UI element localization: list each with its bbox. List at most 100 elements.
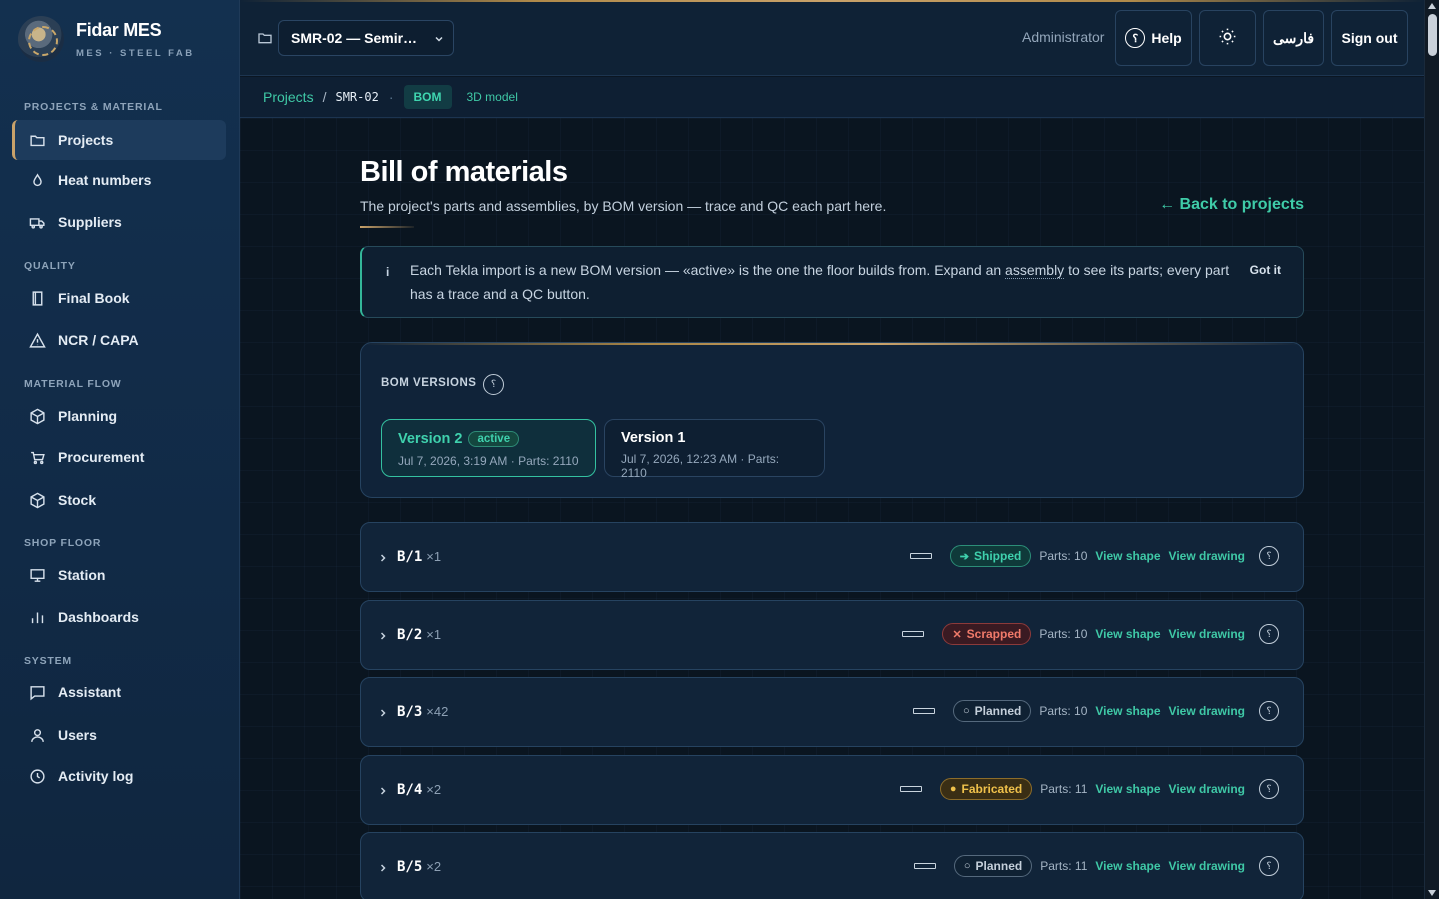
beam-shape-icon	[913, 863, 936, 869]
warning-icon	[28, 331, 46, 349]
breadcrumb-dot: ·	[388, 89, 394, 105]
theme-toggle-button[interactable]	[1199, 10, 1256, 66]
assembly-qty: ×42	[426, 704, 449, 719]
view-drawing-link[interactable]: View drawing	[1169, 859, 1245, 873]
help-icon[interactable]: ؟	[1259, 856, 1279, 876]
status-badge: ➔ Shipped	[949, 545, 1032, 567]
version-card-2[interactable]: Version 2 active Jul 7, 2026, 3:19 AM · P…	[381, 419, 596, 477]
sidebar-item-stock[interactable]: Stock	[12, 480, 226, 520]
sidebar-item-station[interactable]: Station	[12, 555, 226, 595]
sidebar-item-label: Dashboards	[58, 609, 139, 625]
chevron-right-icon[interactable]	[377, 784, 389, 796]
sidebar-item-dashboards[interactable]: Dashboards	[12, 597, 226, 637]
help-button[interactable]: ؟ Help	[1115, 10, 1192, 66]
sidebar-item-label: Stock	[58, 492, 97, 508]
got-it-button[interactable]: Got it	[1250, 263, 1281, 277]
info-term-assembly[interactable]: assembly	[1005, 262, 1065, 279]
parts-count: Parts: 10	[1039, 549, 1088, 563]
project-select-value: SMR-02 — Semir…	[291, 30, 418, 46]
sidebar-item-label: Station	[58, 567, 106, 583]
assembly-qty: ×2	[426, 782, 442, 797]
status-text: Fabricated	[961, 782, 1023, 796]
scroll-thumb[interactable]	[1428, 14, 1437, 56]
sun-icon	[1218, 27, 1237, 49]
sidebar-item-activity-log[interactable]: Activity log	[12, 756, 226, 796]
user-icon	[28, 726, 46, 744]
parts-count: Parts: 10	[1039, 704, 1088, 718]
brand[interactable]: Fidar MES MES · STEEL FAB	[18, 14, 195, 64]
assembly-row[interactable]: B/3 ×42 ○ Planned Parts: 10 View shape Vie…	[360, 677, 1304, 747]
sidebar-item-ncr-capa[interactable]: NCR / CAPA	[12, 320, 226, 360]
version-card-1[interactable]: Version 1 Jul 7, 2026, 12:23 AM · Parts:…	[604, 419, 825, 480]
chevron-right-icon[interactable]	[377, 629, 389, 641]
sidebar-item-final-book[interactable]: Final Book	[12, 278, 226, 318]
circle-icon: ○	[963, 860, 971, 872]
project-select[interactable]: SMR-02 — Semir…	[278, 20, 454, 56]
breadcrumb: Projects / SMR-02 · BOM 3D model	[240, 77, 1424, 118]
assembly-row[interactable]: B/4 ×2 ● Fabricated Parts: 11 View shape V…	[360, 755, 1304, 825]
assembly-row[interactable]: B/1 ×1 ➔ Shipped Parts: 10 View shape View…	[360, 522, 1304, 592]
assembly-row[interactable]: B/2 ×1 ✕ Scrapped Parts: 10 View shape Vie…	[360, 600, 1304, 670]
view-drawing-link[interactable]: View drawing	[1169, 782, 1245, 796]
chevron-right-icon[interactable]	[377, 861, 389, 873]
sidebar-item-users[interactable]: Users	[12, 715, 226, 755]
sidebar-item-procurement[interactable]: Procurement	[12, 437, 226, 477]
info-icon: i	[386, 265, 390, 279]
assembly-mark-text: B/3	[397, 704, 423, 720]
view-shape-link[interactable]: View shape	[1095, 627, 1160, 641]
user-name: Administrator	[1022, 29, 1105, 45]
parts-count: Parts: 10	[1039, 627, 1088, 641]
assembly-row[interactable]: B/5 ×2 ○ Planned Parts: 11 View shape View…	[360, 832, 1304, 899]
version-name: Version 2	[398, 431, 463, 447]
status-text: Planned	[974, 704, 1022, 718]
view-shape-link[interactable]: View shape	[1095, 782, 1160, 796]
view-drawing-link[interactable]: View drawing	[1169, 627, 1245, 641]
sign-out-button[interactable]: Sign out	[1331, 10, 1408, 66]
sidebar-item-label: Heat numbers	[58, 172, 152, 188]
sidebar-item-label: Assistant	[58, 684, 122, 700]
help-icon[interactable]: ؟	[1259, 701, 1279, 721]
assembly-mark: B/3 ×42	[397, 704, 448, 720]
breadcrumb-separator: /	[322, 89, 327, 105]
tab-bom[interactable]: BOM	[403, 85, 452, 109]
view-drawing-link[interactable]: View drawing	[1169, 704, 1245, 718]
circle-icon: ○	[963, 705, 970, 717]
beam-shape-icon	[902, 631, 925, 637]
chevron-right-icon[interactable]	[377, 706, 389, 718]
sidebar-item-planning[interactable]: Planning	[12, 396, 226, 436]
view-shape-link[interactable]: View shape	[1095, 704, 1160, 718]
tab-3d-model[interactable]: 3D model	[467, 90, 518, 104]
view-shape-link[interactable]: View shape	[1095, 549, 1160, 563]
help-icon[interactable]: ؟	[1259, 624, 1279, 644]
main-content: Bill of materials The project's parts an…	[240, 118, 1424, 899]
scroll-up-arrow[interactable]	[1428, 3, 1436, 9]
section-material-flow: MATERIAL FLOW	[24, 378, 122, 390]
assembly-mark: B/5 ×2	[397, 859, 441, 875]
sidebar-item-label: Final Book	[58, 290, 130, 306]
top-bar: SMR-02 — Semir… Administrator ؟ Help فار…	[240, 0, 1424, 76]
view-shape-link[interactable]: View shape	[1095, 859, 1160, 873]
logo	[18, 16, 64, 62]
help-icon[interactable]: ؟	[1259, 779, 1279, 799]
assembly-qty: ×1	[426, 549, 442, 564]
scroll-down-arrow[interactable]	[1428, 890, 1436, 896]
back-to-projects-link[interactable]: ← Back to projects	[1159, 196, 1304, 214]
book-icon	[28, 289, 46, 307]
sidebar-item-projects[interactable]: Projects	[12, 120, 226, 160]
help-icon[interactable]: ؟	[1259, 546, 1279, 566]
bom-versions-label: BOM VERSIONS	[381, 377, 477, 389]
monitor-icon	[28, 566, 46, 584]
scrollbar[interactable]	[1424, 0, 1439, 899]
language-button[interactable]: فارسی	[1263, 10, 1324, 66]
sidebar-item-heat-numbers[interactable]: Heat numbers	[12, 160, 226, 200]
help-icon[interactable]: ؟	[483, 374, 504, 395]
sidebar-item-assistant[interactable]: Assistant	[12, 672, 226, 712]
breadcrumb-projects-link[interactable]: Projects	[263, 89, 314, 105]
brand-title: Fidar MES	[76, 19, 162, 40]
chevron-right-icon[interactable]	[377, 551, 389, 563]
view-drawing-link[interactable]: View drawing	[1169, 549, 1245, 563]
sidebar-item-suppliers[interactable]: Suppliers	[12, 202, 226, 242]
assembly-mark-text: B/5	[397, 859, 423, 875]
status-badge: ✕ Scrapped	[942, 623, 1032, 645]
sidebar-item-label: Activity log	[58, 768, 134, 784]
